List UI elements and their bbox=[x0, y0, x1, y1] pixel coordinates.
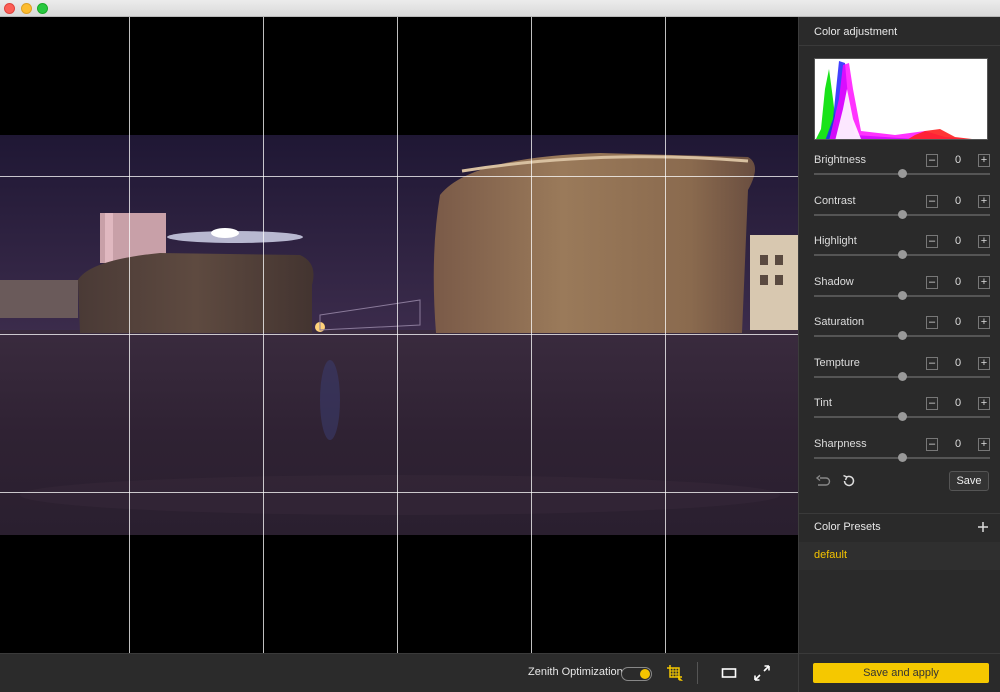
slider-label: Sharpness bbox=[814, 438, 867, 450]
slider-row-shadow: Shadow – 0 + bbox=[814, 276, 990, 316]
divider bbox=[799, 653, 1000, 654]
slider-label: Brightness bbox=[814, 154, 866, 166]
slider-thumb[interactable] bbox=[897, 453, 907, 462]
divider bbox=[799, 513, 1000, 514]
slider-row-highlight: Highlight – 0 + bbox=[814, 235, 990, 275]
grid-line-horizontal bbox=[0, 492, 798, 493]
slider-row-saturation: Saturation – 0 + bbox=[814, 316, 990, 356]
increase-button[interactable]: + bbox=[978, 235, 990, 248]
aspect-rect-icon[interactable] bbox=[718, 662, 740, 684]
grid-line-vertical bbox=[531, 17, 532, 653]
slider-label: Highlight bbox=[814, 235, 857, 247]
highlight-stepper: – 0 + bbox=[926, 235, 990, 249]
save-button[interactable]: Save bbox=[949, 471, 989, 491]
grid-line-horizontal bbox=[0, 176, 798, 177]
increase-button[interactable]: + bbox=[978, 195, 990, 208]
saturation-value[interactable]: 0 bbox=[942, 316, 974, 329]
slider-thumb[interactable] bbox=[897, 291, 907, 300]
slider-label: Saturation bbox=[814, 316, 865, 328]
decrease-button[interactable]: – bbox=[926, 276, 938, 289]
tempture-stepper: – 0 + bbox=[926, 357, 990, 371]
decrease-button[interactable]: – bbox=[926, 154, 938, 167]
increase-button[interactable]: + bbox=[978, 316, 990, 329]
increase-button[interactable]: + bbox=[978, 154, 990, 167]
increase-button[interactable]: + bbox=[978, 397, 990, 410]
slider-thumb[interactable] bbox=[897, 412, 907, 421]
tint-value[interactable]: 0 bbox=[942, 397, 974, 410]
contrast-stepper: – 0 + bbox=[926, 195, 990, 209]
slider-thumb[interactable] bbox=[897, 210, 907, 219]
slider-row-contrast: Contrast – 0 + bbox=[814, 195, 990, 235]
panorama-image bbox=[0, 135, 798, 535]
brightness-stepper: – 0 + bbox=[926, 154, 990, 168]
slider-label: Tempture bbox=[814, 357, 860, 369]
color-adjustment-panel: Color adjustment Brightness – 0 + Contra… bbox=[798, 17, 1000, 692]
grid-line-vertical bbox=[397, 17, 398, 653]
zenith-optimization-toggle[interactable] bbox=[621, 667, 652, 681]
saturation-stepper: – 0 + bbox=[926, 316, 990, 330]
increase-button[interactable]: + bbox=[978, 438, 990, 451]
shadow-value[interactable]: 0 bbox=[942, 276, 974, 289]
sharpness-stepper: – 0 + bbox=[926, 438, 990, 452]
panorama-illustration bbox=[0, 135, 798, 535]
bottom-toolbar: Zenith Optimization bbox=[0, 653, 798, 692]
preset-item-default[interactable]: default bbox=[814, 549, 847, 561]
sharpness-value[interactable]: 0 bbox=[942, 438, 974, 451]
contrast-value[interactable]: 0 bbox=[942, 195, 974, 208]
crop-grid-icon[interactable] bbox=[664, 662, 686, 684]
slider-thumb[interactable] bbox=[897, 372, 907, 381]
color-histogram bbox=[814, 58, 988, 140]
reset-icon[interactable] bbox=[841, 473, 857, 489]
tint-stepper: – 0 + bbox=[926, 397, 990, 411]
increase-button[interactable]: + bbox=[978, 276, 990, 289]
decrease-button[interactable]: – bbox=[926, 438, 938, 451]
undo-icon[interactable] bbox=[815, 474, 831, 490]
add-preset-icon[interactable] bbox=[977, 520, 989, 532]
highlight-value[interactable]: 0 bbox=[942, 235, 974, 248]
slider-thumb[interactable] bbox=[897, 331, 907, 340]
slider-label: Tint bbox=[814, 397, 832, 409]
tempture-value[interactable]: 0 bbox=[942, 357, 974, 370]
decrease-button[interactable]: – bbox=[926, 316, 938, 329]
slider-thumb[interactable] bbox=[897, 250, 907, 259]
toolbar-separator bbox=[697, 662, 698, 684]
slider-label: Shadow bbox=[814, 276, 854, 288]
slider-row-brightness: Brightness – 0 + bbox=[814, 154, 990, 194]
divider bbox=[799, 45, 1000, 46]
title-bar bbox=[0, 0, 1000, 17]
panorama-canvas[interactable] bbox=[0, 17, 798, 653]
grid-line-vertical bbox=[129, 17, 130, 653]
grid-line-horizontal bbox=[0, 334, 798, 335]
slider-row-tint: Tint – 0 + bbox=[814, 397, 990, 437]
close-window-button[interactable] bbox=[4, 3, 15, 14]
slider-thumb[interactable] bbox=[897, 169, 907, 178]
zenith-optimization-label: Zenith Optimization bbox=[528, 666, 623, 678]
decrease-button[interactable]: – bbox=[926, 195, 938, 208]
color-presets-title: Color Presets bbox=[814, 521, 881, 533]
fullscreen-icon[interactable] bbox=[751, 662, 773, 684]
brightness-value[interactable]: 0 bbox=[942, 154, 974, 167]
color-adjustment-title: Color adjustment bbox=[814, 26, 898, 38]
slider-label: Contrast bbox=[814, 195, 856, 207]
save-and-apply-button[interactable]: Save and apply bbox=[813, 663, 989, 683]
shadow-stepper: – 0 + bbox=[926, 276, 990, 290]
decrease-button[interactable]: – bbox=[926, 357, 938, 370]
zoom-window-button[interactable] bbox=[37, 3, 48, 14]
minimize-window-button[interactable] bbox=[21, 3, 32, 14]
slider-row-tempture: Tempture – 0 + bbox=[814, 357, 990, 397]
grid-line-vertical bbox=[263, 17, 264, 653]
grid-line-vertical bbox=[665, 17, 666, 653]
increase-button[interactable]: + bbox=[978, 357, 990, 370]
decrease-button[interactable]: – bbox=[926, 235, 938, 248]
decrease-button[interactable]: – bbox=[926, 397, 938, 410]
toggle-knob bbox=[640, 669, 650, 679]
